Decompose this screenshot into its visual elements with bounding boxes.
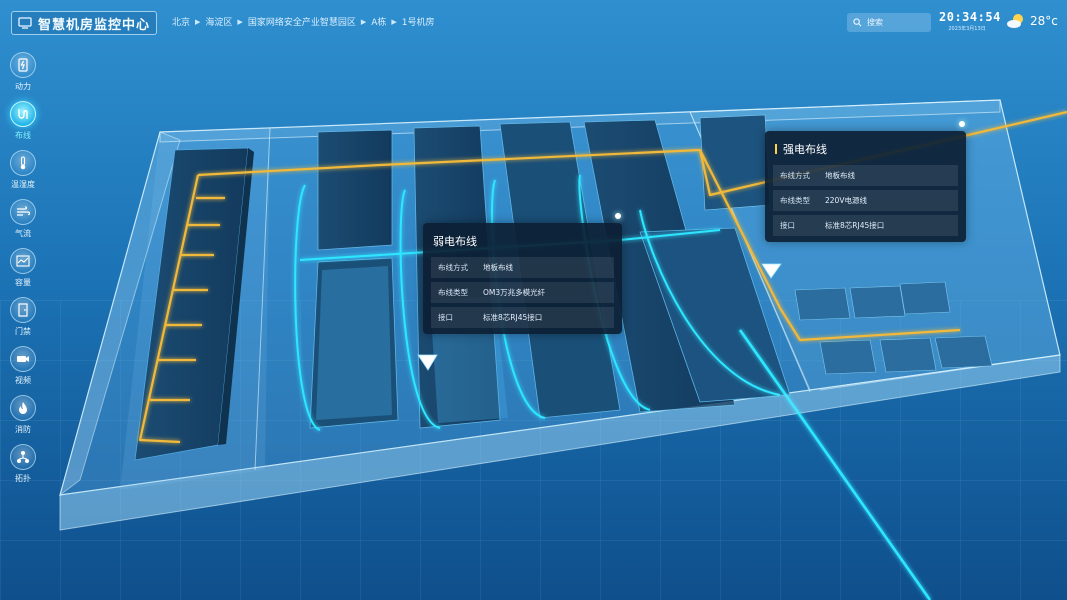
- capacity-icon: [16, 255, 30, 267]
- sidebar-item-access-control[interactable]: 门禁: [8, 297, 38, 346]
- breadcrumb-park[interactable]: 国家网络安全产业智慧园区: [248, 15, 356, 28]
- sidebar-item-temperature[interactable]: 温湿度: [8, 150, 38, 199]
- airflow-icon: [17, 206, 30, 216]
- sidebar-item-fire[interactable]: 消防: [8, 395, 38, 444]
- search-icon: [853, 18, 862, 27]
- info-value: OM3万兆多模光纤: [483, 288, 546, 297]
- panel-title: 强电布线: [783, 143, 827, 156]
- info-value: 标准8芯RJ45接口: [825, 221, 885, 230]
- chevron-right-icon: ▶: [237, 17, 243, 26]
- info-key: 布线方式: [438, 263, 468, 272]
- breadcrumb-room[interactable]: 1号机房: [402, 15, 435, 28]
- sidebar-item-cabling[interactable]: 布线: [8, 101, 38, 150]
- info-row: 布线方式 地板布线: [773, 165, 958, 186]
- panel-title: 弱电布线: [433, 235, 477, 248]
- weather: 28°c: [1006, 13, 1058, 29]
- breadcrumb-district[interactable]: 海淀区: [205, 15, 232, 28]
- info-value: 标准8芯RJ45接口: [483, 313, 543, 322]
- partly-cloudy-icon: [1007, 14, 1023, 28]
- info-row: 布线类型 OM3万兆多模光纤: [431, 282, 614, 303]
- sidebar-item-label: 气流: [15, 229, 31, 238]
- info-key: 接口: [780, 221, 795, 230]
- sidebar-item-video[interactable]: 视频: [8, 346, 38, 395]
- info-row: 接口 标准8芯RJ45接口: [431, 307, 614, 328]
- temperature: 28°c: [1030, 14, 1058, 28]
- topology-icon: [17, 451, 29, 463]
- sidebar-item-label: 动力: [15, 82, 31, 91]
- panel-anchor-dot: [959, 121, 965, 127]
- sidebar-item-label: 容量: [15, 278, 31, 287]
- app-title: 智慧机房监控中心: [38, 17, 151, 33]
- search-box[interactable]: [847, 13, 931, 32]
- door-icon: [18, 303, 28, 317]
- chevron-right-icon: ▶: [195, 17, 201, 26]
- breadcrumb: 北京 ▶ 海淀区 ▶ 国家网络安全产业智慧园区 ▶ A栋 ▶ 1号机房: [172, 15, 435, 29]
- info-value: 地板布线: [825, 171, 855, 180]
- sidebar-item-topology[interactable]: 拓扑: [8, 444, 38, 493]
- panel-anchor-dot: [615, 213, 621, 219]
- info-key: 布线类型: [780, 196, 810, 205]
- power-icon: [18, 58, 28, 72]
- info-value: 220V电源线: [825, 196, 867, 205]
- clock: 20:34:54 2023年3月13日: [939, 10, 1001, 32]
- fire-icon: [19, 402, 27, 414]
- breadcrumb-building[interactable]: A栋: [371, 15, 386, 28]
- info-key: 布线类型: [438, 288, 468, 297]
- sidebar-item-capacity[interactable]: 容量: [8, 248, 38, 297]
- sidebar-item-power[interactable]: 动力: [8, 52, 38, 101]
- cabling-icon: [18, 109, 28, 119]
- clock-time: 20:34:54: [939, 10, 1001, 24]
- info-value: 地板布线: [483, 263, 513, 272]
- title-accent-bar: [775, 144, 777, 154]
- info-key: 接口: [438, 313, 453, 322]
- chevron-right-icon: ▶: [391, 17, 397, 26]
- sidebar-item-label: 温湿度: [11, 180, 35, 189]
- weak-cabling-panel: 弱电布线 布线方式 地板布线 布线类型 OM3万兆多模光纤 接口 标准8芯RJ4…: [423, 213, 622, 334]
- camera-icon: [17, 356, 29, 362]
- info-row: 接口 标准8芯RJ45接口: [773, 215, 958, 236]
- sidebar-item-label: 拓扑: [15, 474, 31, 483]
- sidebar: 动力 布线 温湿度 气流 容量 门禁 视频 消防 拓扑: [8, 52, 38, 493]
- app-brand: 智慧机房监控中心: [11, 11, 157, 35]
- sidebar-item-label: 视频: [15, 376, 31, 385]
- sidebar-item-label: 消防: [15, 425, 31, 434]
- panel-title-row: 强电布线: [775, 141, 958, 157]
- panel-title-row: 弱电布线: [433, 233, 614, 249]
- chevron-right-icon: ▶: [360, 17, 367, 26]
- sidebar-item-airflow[interactable]: 气流: [8, 199, 38, 248]
- clock-date: 2023年3月13日: [948, 26, 986, 32]
- sidebar-item-label: 门禁: [15, 327, 31, 336]
- strong-cabling-panel: 强电布线 布线方式 地板布线 布线类型 220V电源线 接口 标准8芯RJ45接…: [765, 121, 966, 242]
- thermometer-icon: [20, 156, 26, 170]
- sidebar-item-label: 布线: [15, 131, 31, 140]
- monitor-logo-icon: [18, 17, 32, 29]
- info-key: 布线方式: [780, 171, 810, 180]
- info-row: 布线方式 地板布线: [431, 257, 614, 278]
- info-row: 布线类型 220V电源线: [773, 190, 958, 211]
- search-input[interactable]: [867, 18, 925, 27]
- breadcrumb-city[interactable]: 北京: [172, 15, 190, 28]
